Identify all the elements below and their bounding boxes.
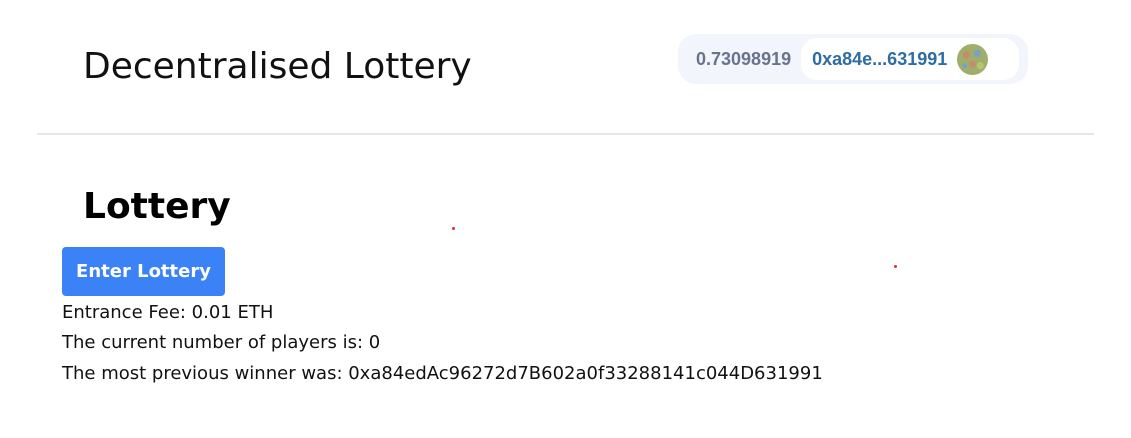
page: Decentralised Lottery 0.73098919 0xa84e.… (0, 0, 1131, 438)
account-button[interactable]: 0xa84e...631991 (801, 38, 1020, 80)
identicon-avatar-icon (957, 43, 989, 75)
lottery-heading: Lottery (83, 186, 231, 227)
entrance-fee-text: Entrance Fee: 0.01 ETH (62, 302, 274, 323)
players-count-text: The current number of players is: 0 (62, 332, 381, 353)
wallet-balance: 0.73098919 (696, 48, 792, 69)
decorative-dot (452, 227, 455, 230)
wallet-address: 0xa84e...631991 (812, 48, 948, 69)
wallet-connect-widget[interactable]: 0.73098919 0xa84e...631991 (678, 34, 1028, 84)
app-title: Decentralised Lottery (83, 46, 472, 87)
header: Decentralised Lottery 0.73098919 0xa84e.… (37, 0, 1094, 135)
previous-winner-text: The most previous winner was: 0xa84edAc9… (62, 363, 823, 384)
enter-lottery-button[interactable]: Enter Lottery (62, 247, 225, 296)
decorative-dot (894, 265, 897, 268)
